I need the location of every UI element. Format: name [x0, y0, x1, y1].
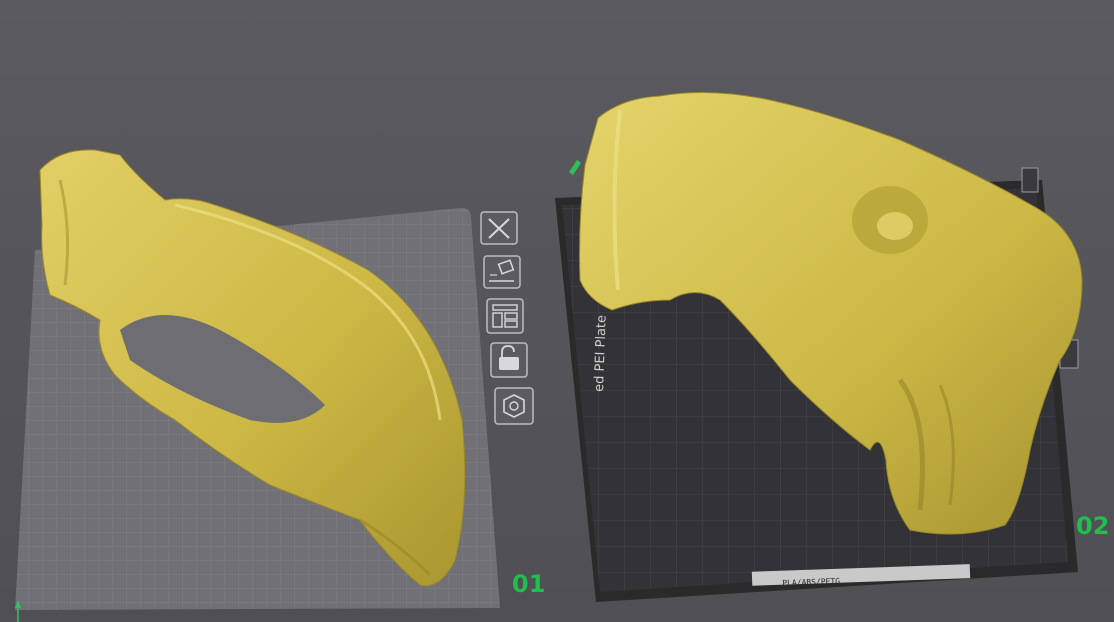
auto-orient-button[interactable] — [483, 255, 521, 289]
3d-viewport[interactable]: 01 ed PEI Plate PLA/ABS/PETG 02 — [0, 0, 1114, 622]
remove-plate-button[interactable] — [480, 211, 518, 245]
lock-plate-button[interactable] — [490, 342, 528, 378]
plate-02-toolbar-stub[interactable] — [1021, 167, 1039, 193]
plate-02-type-text: ed PEI Plate — [592, 315, 610, 392]
plate-settings-button[interactable] — [494, 387, 534, 425]
plate-02-label: 02 — [1076, 512, 1109, 540]
arrange-button[interactable] — [486, 298, 524, 334]
scene-canvas[interactable]: 01 ed PEI Plate PLA/ABS/PETG 02 — [0, 0, 1114, 622]
plate-01-label: 01 — [512, 570, 545, 598]
